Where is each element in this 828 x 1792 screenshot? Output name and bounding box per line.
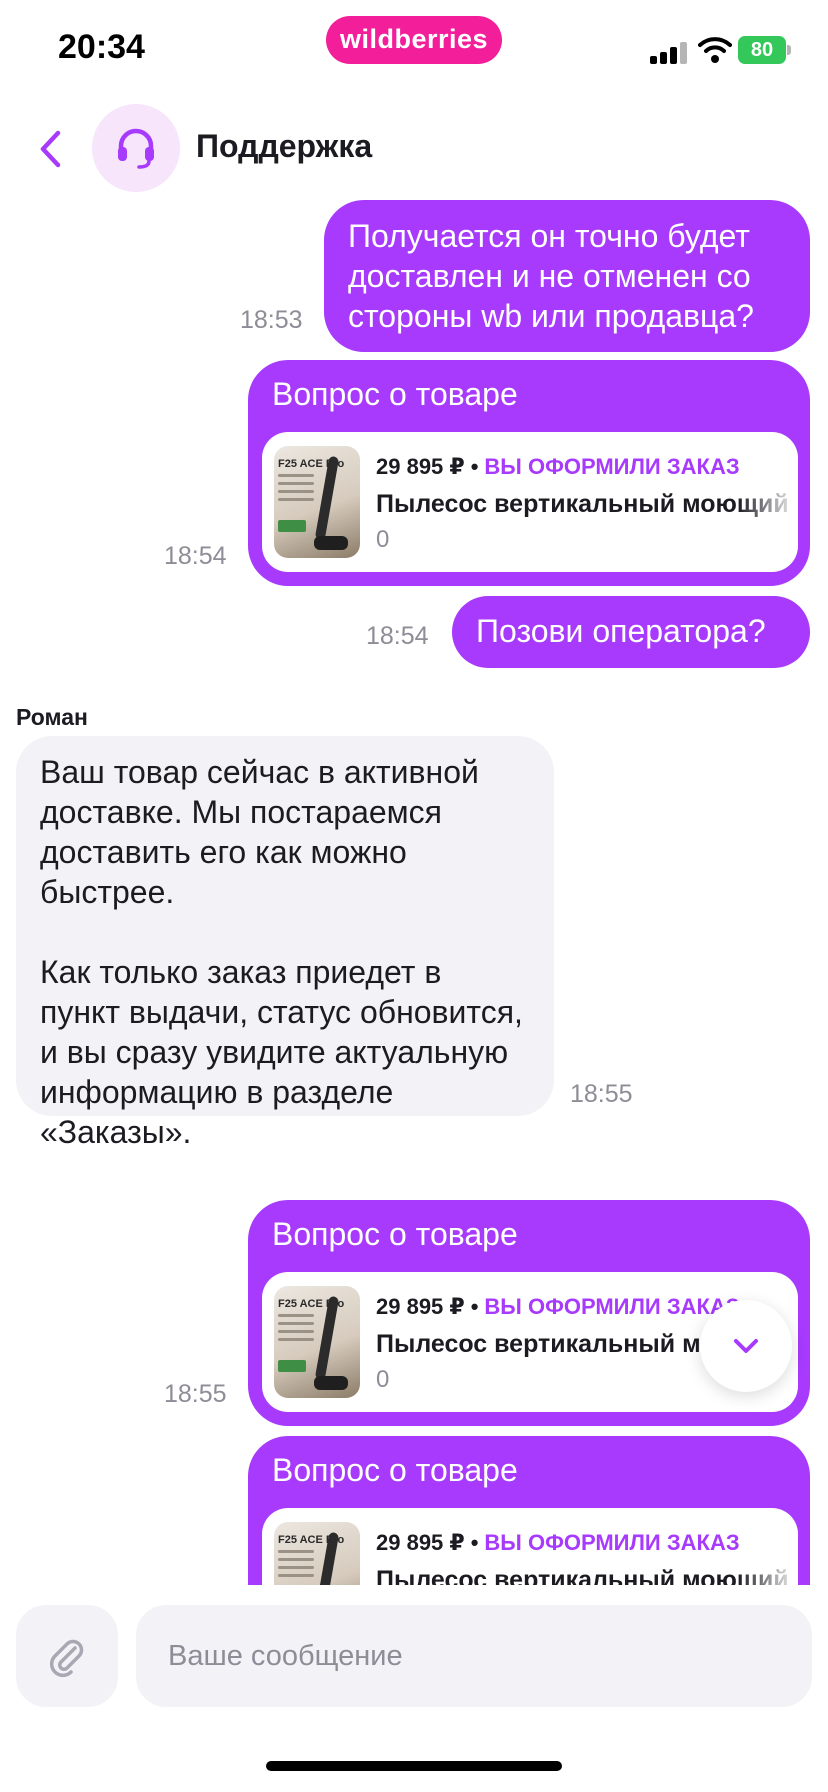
product-name: Пылесос вертикальный моющий bbox=[376, 1566, 789, 1585]
product-price: 29 895 ₽ bbox=[376, 1294, 465, 1319]
sender-name: Роман bbox=[16, 704, 88, 730]
card-title: Вопрос о товаре bbox=[272, 1452, 518, 1488]
incoming-message[interactable]: Ваш товар сейчас в активной доставке. Мы… bbox=[16, 736, 554, 1150]
wifi-icon bbox=[698, 36, 732, 64]
outgoing-message[interactable]: Позови оператора? bbox=[452, 596, 810, 668]
battery-level: 80 bbox=[738, 36, 786, 64]
product-price: 29 895 ₽ bbox=[376, 1530, 465, 1555]
order-status: ВЫ ОФОРМИЛИ ЗАКАЗ bbox=[484, 1530, 740, 1555]
chat-header: Поддержка bbox=[0, 96, 828, 200]
price-status-line: 29 895 ₽ • ВЫ ОФОРМИЛИ ЗАКАЗ bbox=[376, 1530, 740, 1555]
price-status-line: 29 895 ₽ • ВЫ ОФОРМИЛИ ЗАКАЗ bbox=[376, 1294, 740, 1319]
message-input[interactable] bbox=[136, 1605, 812, 1707]
message-list[interactable]: 18:53 Получается он точно будет доставле… bbox=[0, 200, 828, 1585]
scroll-to-bottom-button[interactable] bbox=[700, 1300, 792, 1392]
product-question-message[interactable]: Вопрос о товаре F25 ACE Pro 29 895 ₽ • ВЫ … bbox=[248, 1436, 810, 1585]
message-text: Ваш товар сейчас в активной доставке. Мы… bbox=[40, 754, 523, 1150]
order-status: ВЫ ОФОРМИЛИ ЗАКАЗ bbox=[484, 454, 740, 479]
price-status-line: 29 895 ₽ • ВЫ ОФОРМИЛИ ЗАКАЗ bbox=[376, 454, 740, 479]
product-card[interactable]: F25 ACE Pro 29 895 ₽ • ВЫ ОФОРМИЛИ ЗАКАЗ П… bbox=[262, 1508, 798, 1585]
status-bar: 20:34 wildberries 80 bbox=[0, 0, 828, 96]
card-title: Вопрос о товаре bbox=[272, 376, 518, 412]
order-status: ВЫ ОФОРМИЛИ ЗАКАЗ bbox=[484, 1294, 740, 1319]
product-thumbnail: F25 ACE Pro bbox=[274, 1286, 360, 1398]
chat-title: Поддержка bbox=[196, 128, 373, 164]
product-card[interactable]: F25 ACE Pro 29 895 ₽ • ВЫ ОФОРМИЛИ ЗАКАЗ П… bbox=[262, 432, 798, 572]
message-time: 18:55 bbox=[164, 1380, 227, 1408]
support-avatar[interactable] bbox=[92, 104, 180, 192]
message-time: 18:53 bbox=[240, 306, 303, 334]
battery-icon: 80 bbox=[738, 36, 791, 64]
message-text: Получается он точно будет доставлен и не… bbox=[348, 218, 754, 334]
product-quantity: 0 bbox=[376, 1366, 390, 1393]
message-time: 18:55 bbox=[570, 1080, 633, 1108]
headset-icon bbox=[118, 128, 154, 169]
wildberries-logo: wildberries bbox=[326, 16, 502, 64]
product-question-message[interactable]: Вопрос о товаре F25 ACE Pro 29 895 ₽ • ВЫ … bbox=[248, 360, 810, 586]
signal-icon bbox=[650, 42, 692, 64]
product-name: Пылесос вертикальный моющий bbox=[376, 490, 789, 518]
product-quantity: 0 bbox=[376, 526, 390, 553]
product-thumbnail: F25 ACE Pro bbox=[274, 446, 360, 558]
product-price: 29 895 ₽ bbox=[376, 454, 465, 479]
message-composer bbox=[0, 1585, 828, 1792]
message-time: 18:54 bbox=[164, 542, 227, 570]
home-indicator bbox=[266, 1761, 562, 1771]
chevron-down-icon bbox=[734, 1339, 758, 1353]
back-button[interactable] bbox=[28, 124, 72, 174]
message-text: Позови оператора? bbox=[476, 613, 766, 649]
back-chevron-icon bbox=[40, 130, 61, 168]
card-title: Вопрос о товаре bbox=[272, 1216, 518, 1252]
outgoing-message[interactable]: Получается он точно будет доставлен и не… bbox=[324, 200, 810, 352]
attach-button[interactable] bbox=[16, 1605, 118, 1707]
product-thumbnail: F25 ACE Pro bbox=[274, 1522, 360, 1585]
message-time: 18:54 bbox=[366, 622, 429, 650]
status-time: 20:34 bbox=[58, 28, 145, 66]
paperclip-icon bbox=[49, 1639, 84, 1678]
